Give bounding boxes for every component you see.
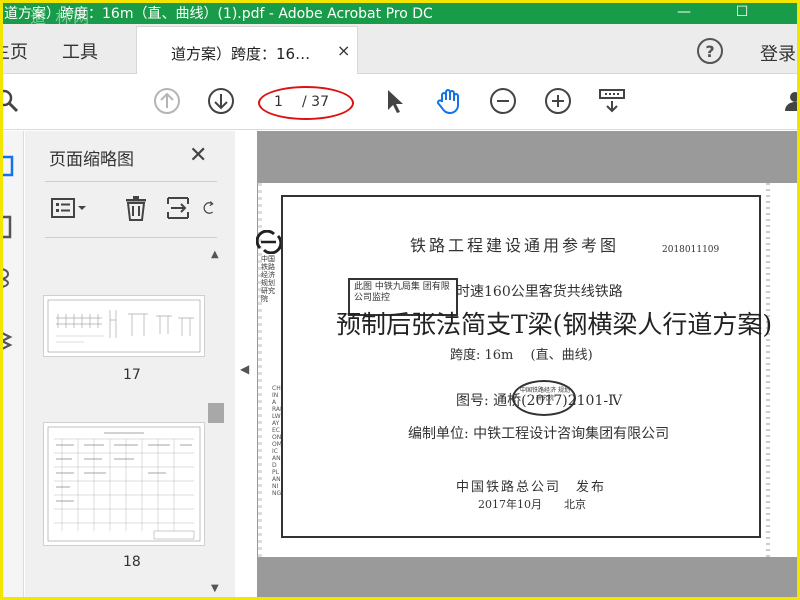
attachment-icon[interactable]	[0, 265, 14, 289]
close-tab-icon[interactable]: ×	[337, 41, 350, 60]
page-layout-icon[interactable]	[597, 86, 627, 116]
zoom-out-icon[interactable]	[488, 86, 518, 116]
panel-divider	[45, 237, 217, 238]
document-subtitle: 时速160公里客货共线铁路	[456, 284, 623, 300]
main-toolbar	[0, 74, 800, 130]
left-navigation-rail	[0, 131, 24, 600]
zoom-in-icon[interactable]	[543, 86, 573, 116]
red-annotation-ellipse	[258, 86, 354, 120]
select-pointer-icon[interactable]	[380, 86, 410, 116]
panel-divider	[45, 181, 217, 182]
account-icon[interactable]	[780, 86, 800, 116]
scroll-up-arrow[interactable]: ▲	[211, 249, 219, 260]
thumbnail-options-icon[interactable]	[49, 195, 89, 221]
thumbnail-page-18[interactable]	[43, 422, 205, 546]
thumbnail-label: 18	[123, 554, 141, 570]
scroll-thumb[interactable]	[208, 403, 224, 423]
page-edge-scan	[766, 183, 770, 557]
bookmark-icon[interactable]	[0, 215, 14, 239]
document-span: 跨度: 16m (直、曲线)	[450, 348, 593, 363]
side-organization-text: 中国铁路经济规划研究院	[261, 255, 275, 303]
previous-page-icon[interactable]	[152, 86, 182, 116]
rotate-page-icon[interactable]	[201, 195, 215, 221]
help-icon[interactable]: ?	[697, 38, 723, 64]
thumbnails-panel: 页面缩略图 ✕ ▲ ▼ 17 18	[25, 131, 235, 600]
publisher: 中国铁路总公司 发布	[456, 480, 607, 495]
scroll-down-arrow[interactable]: ▼	[211, 583, 219, 594]
delete-page-icon[interactable]	[121, 195, 151, 221]
next-page-icon[interactable]	[206, 86, 236, 116]
hand-tool-icon[interactable]	[434, 86, 464, 116]
maximize-button[interactable]: ☐	[720, 0, 764, 24]
tab-bar: 主页 工具	[0, 24, 800, 74]
search-icon[interactable]	[0, 86, 22, 116]
page-thumbnails-icon[interactable]	[0, 153, 16, 179]
date-stamp: 2018011109	[662, 245, 720, 255]
tab-tools[interactable]: 工具	[62, 38, 98, 64]
panel-title: 页面缩略图	[49, 150, 134, 170]
thumbnail-page-17[interactable]	[43, 295, 205, 357]
collapse-panel-arrow[interactable]: ◀	[240, 362, 249, 376]
extract-page-icon[interactable]	[163, 195, 193, 221]
tab-home[interactable]: 主页	[0, 38, 28, 64]
close-panel-icon[interactable]: ✕	[189, 143, 207, 168]
document-main-title: 预制后张法简支T梁(钢横梁人行道方案)	[336, 310, 773, 339]
document-tab-label: 道方案）跨度：16…	[171, 45, 311, 63]
document-header: 铁路工程建设通用参考图	[410, 236, 620, 255]
login-button[interactable]: 登录	[760, 40, 796, 66]
compiler-unit: 编制单位: 中铁工程设计咨询集团有限公司	[408, 426, 670, 442]
thumbnail-label: 17	[123, 367, 141, 383]
drawing-number: 图号: 通桥(2017)2101-Ⅳ	[456, 393, 623, 409]
layers-icon[interactable]	[0, 329, 14, 353]
railway-logo	[256, 230, 282, 254]
publish-date: 2017年10月 北京	[478, 498, 586, 511]
title-bar: 道方案）跨度：16m（直、曲线）(1).pdf - Adobe Acrobat …	[0, 0, 800, 27]
minimize-button[interactable]: —	[662, 0, 706, 24]
tab-document[interactable]: 道方案）跨度：16… ×	[136, 26, 358, 74]
